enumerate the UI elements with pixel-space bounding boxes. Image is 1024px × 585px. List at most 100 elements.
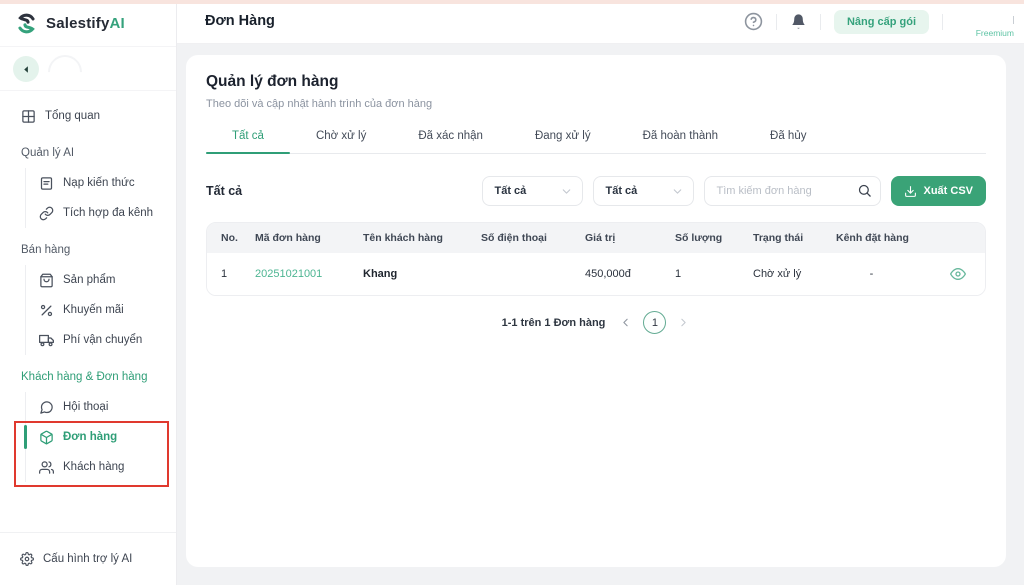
chevron-down-icon bbox=[671, 185, 684, 198]
truck-icon bbox=[39, 333, 54, 348]
cell-value: 450,000đ bbox=[585, 268, 675, 280]
pagination-summary: 1-1 trên 1 Đơn hàng bbox=[502, 317, 606, 329]
page-subtitle: Theo dõi và cập nhật hành trình của đơn … bbox=[206, 98, 986, 110]
header-divider bbox=[820, 14, 821, 30]
sidebar-footer: Cấu hình trợ lý AI bbox=[0, 532, 176, 571]
col-phone: Số điện thoại bbox=[481, 232, 585, 244]
col-status: Trạng thái bbox=[753, 232, 836, 244]
sidebar: SalestifyAI Tổng quan Quản lý AI Nạp kiế… bbox=[0, 0, 177, 585]
export-csv-button[interactable]: Xuất CSV bbox=[891, 176, 986, 206]
filter-controls: Tất cả Tất cả Xuất CSV bbox=[482, 176, 986, 206]
chevron-left-icon bbox=[619, 316, 632, 329]
sidebar-item-label: Đơn hàng bbox=[63, 431, 117, 443]
sidebar-item-knowledge[interactable]: Nạp kiến thức bbox=[26, 168, 176, 198]
sidebar-item-ai-assistant-config[interactable]: Cấu hình trợ lý AI bbox=[20, 549, 176, 569]
sidebar-item-label: Sản phẩm bbox=[63, 274, 115, 286]
window-top-border bbox=[0, 0, 1024, 4]
tab-all[interactable]: Tất cả bbox=[206, 130, 290, 153]
help-button[interactable] bbox=[744, 12, 763, 31]
chat-icon bbox=[39, 400, 54, 415]
eye-icon bbox=[950, 266, 966, 282]
brand-logo[interactable]: SalestifyAI bbox=[0, 0, 176, 47]
brand-logo-icon bbox=[15, 12, 38, 35]
plan-name: Freemium bbox=[956, 28, 1014, 39]
download-icon bbox=[904, 185, 917, 198]
cell-actions bbox=[931, 264, 985, 284]
avatar-placeholder bbox=[41, 48, 89, 96]
status-filter-value: Tất cả bbox=[494, 185, 560, 197]
sidebar-group-sales: Sản phẩm Khuyến mãi Phí vận chuyển bbox=[25, 265, 176, 355]
bell-icon bbox=[790, 13, 807, 30]
brand-name: SalestifyAI bbox=[46, 15, 125, 32]
plan-badge[interactable]: Freemium bbox=[956, 5, 1014, 39]
order-search-input[interactable] bbox=[704, 176, 881, 206]
tab-pending[interactable]: Chờ xử lý bbox=[290, 130, 392, 153]
list-section-title: Tất cả bbox=[206, 184, 242, 198]
filter-row: Tất cả Tất cả Tất cả Xuất CSV bbox=[206, 176, 986, 206]
page-title: Quản lý đơn hàng bbox=[206, 73, 986, 91]
col-value: Giá trị bbox=[585, 232, 675, 244]
tab-cancelled[interactable]: Đã hủy bbox=[744, 130, 832, 153]
link-icon bbox=[39, 206, 54, 221]
sidebar-item-label: Tích hợp đa kênh bbox=[63, 207, 153, 219]
sidebar-collapse-row bbox=[0, 47, 176, 91]
sidebar-group-customers-orders: Hội thoại Đơn hàng Khách hàng bbox=[25, 392, 176, 482]
sidebar-item-label: Hội thoại bbox=[63, 401, 108, 413]
sidebar-item-overview[interactable]: Tổng quan bbox=[0, 101, 176, 131]
pagination: 1-1 trên 1 Đơn hàng 1 bbox=[206, 311, 986, 334]
pagination-page-1[interactable]: 1 bbox=[643, 311, 666, 334]
tab-completed[interactable]: Đã hoàn thành bbox=[617, 130, 744, 153]
cell-order-id-link[interactable]: 20251021001 bbox=[255, 268, 363, 280]
cell-status: Chờ xử lý bbox=[753, 268, 836, 280]
pagination-prev-button[interactable] bbox=[619, 316, 632, 329]
sidebar-section-sales: Bán hàng bbox=[0, 235, 176, 265]
cell-customer: Khang bbox=[363, 268, 481, 280]
pagination-next-button[interactable] bbox=[677, 316, 690, 329]
sidebar-item-products[interactable]: Sản phẩm bbox=[26, 265, 176, 295]
chevron-right-icon bbox=[677, 316, 690, 329]
chevron-down-icon bbox=[560, 185, 573, 198]
cell-no: 1 bbox=[207, 268, 255, 280]
search-icon[interactable] bbox=[857, 183, 872, 198]
help-icon bbox=[744, 12, 763, 31]
order-search bbox=[704, 176, 881, 206]
col-channel: Kênh đặt hàng bbox=[836, 232, 931, 244]
grid-icon bbox=[21, 109, 36, 124]
col-order-id: Mã đơn hàng bbox=[255, 232, 363, 244]
col-no: No. bbox=[207, 232, 255, 244]
page-header-title: Đơn Hàng bbox=[205, 13, 275, 29]
cell-quantity: 1 bbox=[675, 268, 753, 280]
status-filter-select[interactable]: Tất cả bbox=[482, 176, 583, 206]
sidebar-section-ai: Quản lý AI bbox=[0, 138, 176, 168]
header-divider bbox=[776, 14, 777, 30]
sidebar-item-customers[interactable]: Khách hàng bbox=[26, 452, 176, 482]
percent-icon bbox=[39, 303, 54, 318]
view-order-button[interactable] bbox=[948, 264, 968, 284]
sidebar-item-promotions[interactable]: Khuyến mãi bbox=[26, 295, 176, 325]
sidebar-group-ai: Nạp kiến thức Tích hợp đa kênh bbox=[25, 168, 176, 228]
channel-filter-select[interactable]: Tất cả bbox=[593, 176, 694, 206]
sidebar-item-integrations[interactable]: Tích hợp đa kênh bbox=[26, 198, 176, 228]
channel-filter-value: Tất cả bbox=[605, 185, 671, 197]
upgrade-plan-button[interactable]: Nâng cấp gói bbox=[834, 10, 929, 34]
notifications-button[interactable] bbox=[790, 13, 807, 30]
sidebar-item-orders[interactable]: Đơn hàng bbox=[26, 422, 176, 452]
top-header: Đơn Hàng Nâng cấp gói Freemium bbox=[177, 0, 1024, 44]
sidebar-item-label: Nạp kiến thức bbox=[63, 177, 135, 189]
header-actions: Nâng cấp gói Freemium bbox=[744, 0, 1014, 43]
sidebar-item-label: Cấu hình trợ lý AI bbox=[43, 553, 132, 565]
status-tabs: Tất cả Chờ xử lý Đã xác nhận Đang xử lý … bbox=[206, 130, 986, 154]
sidebar-item-label: Phí vận chuyển bbox=[63, 334, 142, 346]
sidebar-item-conversations[interactable]: Hội thoại bbox=[26, 392, 176, 422]
tab-confirmed[interactable]: Đã xác nhận bbox=[392, 130, 509, 153]
shopping-bag-icon bbox=[39, 273, 54, 288]
sidebar-nav: Tổng quan Quản lý AI Nạp kiến thức Tích … bbox=[0, 91, 176, 482]
sidebar-item-shipping-fees[interactable]: Phí vận chuyển bbox=[26, 325, 176, 355]
export-csv-label: Xuất CSV bbox=[923, 185, 973, 197]
sidebar-collapse-button[interactable] bbox=[13, 56, 39, 82]
main-content: Quản lý đơn hàng Theo dõi và cập nhật hà… bbox=[177, 44, 1024, 585]
tab-processing[interactable]: Đang xử lý bbox=[509, 130, 617, 153]
users-icon bbox=[39, 460, 54, 475]
package-icon bbox=[39, 430, 54, 445]
sidebar-item-label: Tổng quan bbox=[45, 110, 100, 122]
